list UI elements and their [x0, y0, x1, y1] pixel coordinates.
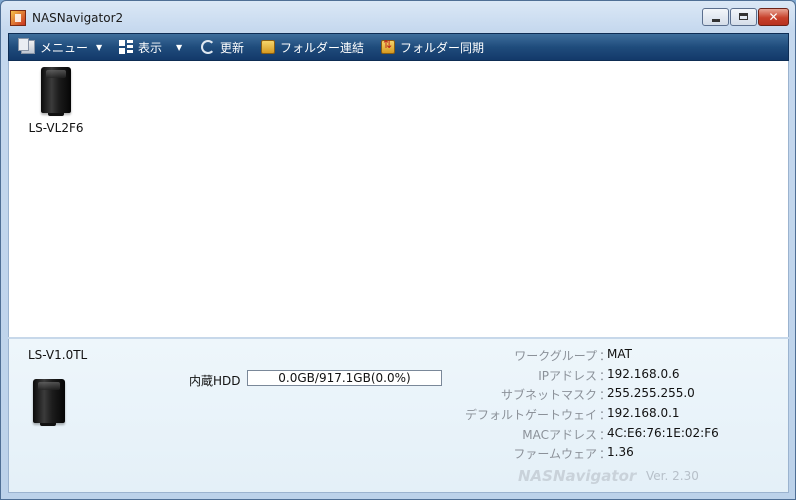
view-button[interactable]: 表示 ▼: [119, 34, 182, 60]
property-workgroup: ワークグループ ： MAT: [439, 347, 779, 365]
hdd-usage-text: 0.0GB/917.1GB(0.0%): [278, 371, 411, 385]
property-firmware: ファームウェア ： 1.36: [439, 445, 779, 463]
maximize-icon: [739, 13, 748, 20]
refresh-button[interactable]: 更新: [201, 34, 244, 60]
folder-sync-button[interactable]: フォルダー同期: [381, 34, 484, 60]
folder-link-icon: [261, 40, 275, 54]
folder-link-button[interactable]: フォルダー連結: [261, 34, 364, 60]
version-label: Ver. 2.30: [646, 469, 699, 483]
minimize-icon: [712, 19, 720, 22]
view-label: 表示: [138, 40, 163, 55]
property-value: 255.255.255.0: [607, 386, 695, 400]
device-name: LS-VL2F6: [28, 121, 84, 135]
property-subnet-mask: サブネットマスク ： 255.255.255.0: [439, 386, 779, 404]
property-value: 192.168.0.1: [607, 406, 680, 420]
menu-icon: [18, 38, 35, 54]
menu-button[interactable]: メニュー ▼: [18, 34, 103, 60]
property-key: サブネットマスク: [500, 388, 597, 402]
property-ip-address: IPアドレス ： 192.168.0.6: [439, 367, 779, 385]
device-item-ls-vl2f6[interactable]: LS-VL2F6: [23, 67, 89, 135]
refresh-label: 更新: [220, 40, 245, 55]
property-key: デフォルトゲートウェイ: [464, 408, 597, 422]
app-logo-icon: [10, 10, 26, 26]
menu-label: メニュー: [40, 40, 89, 55]
property-value: 4C:E6:76:1E:02:F6: [607, 426, 719, 440]
window-title: NASNavigator2: [32, 11, 124, 25]
property-mac-address: MACアドレス ： 4C:E6:76:1E:02:F6: [439, 426, 779, 444]
property-value: 192.168.0.6: [607, 367, 680, 381]
maximize-button[interactable]: [730, 8, 757, 26]
property-key: IPアドレス: [538, 369, 597, 383]
folder-sync-label: フォルダー同期: [400, 40, 485, 55]
property-default-gateway: デフォルトゲートウェイ ： 192.168.0.1: [439, 406, 779, 424]
folder-link-label: フォルダー連結: [280, 40, 365, 55]
hdd-usage-bar: 0.0GB/917.1GB(0.0%): [247, 370, 442, 386]
device-list: LS-VL2F6: [8, 61, 789, 337]
app-window: NASNavigator2 ✕ メニュー ▼ 表示 ▼ 更新 フォルダー連結 フ…: [0, 0, 796, 500]
brand-logo: NASNavigator: [518, 467, 637, 485]
hdd-label: 内蔵HDD: [189, 374, 241, 388]
property-value: MAT: [607, 347, 632, 361]
view-icon: [119, 40, 133, 54]
chevron-down-icon: ▼: [96, 42, 103, 52]
title-bar[interactable]: NASNavigator2 ✕: [1, 1, 795, 33]
property-key: MACアドレス: [522, 428, 597, 442]
device-info-panel: LS-V1.0TL 内蔵HDD 0.0GB/917.1GB(0.0%) ワークグ…: [8, 339, 789, 493]
chevron-down-icon: ▼: [176, 42, 183, 52]
nas-device-icon: [41, 67, 71, 116]
selected-device-name: LS-V1.0TL: [28, 348, 88, 362]
close-button[interactable]: ✕: [758, 8, 789, 26]
close-icon: ✕: [768, 10, 779, 24]
toolbar: メニュー ▼ 表示 ▼ 更新 フォルダー連結 フォルダー同期: [8, 33, 789, 61]
nas-device-icon: [33, 379, 65, 426]
minimize-button[interactable]: [702, 8, 729, 26]
property-key: ワークグループ: [514, 349, 597, 363]
folder-sync-icon: [381, 38, 395, 54]
window-controls: ✕: [701, 8, 789, 28]
property-value: 1.36: [607, 445, 634, 459]
property-key: ファームウェア: [513, 447, 597, 461]
refresh-icon: [201, 40, 215, 54]
